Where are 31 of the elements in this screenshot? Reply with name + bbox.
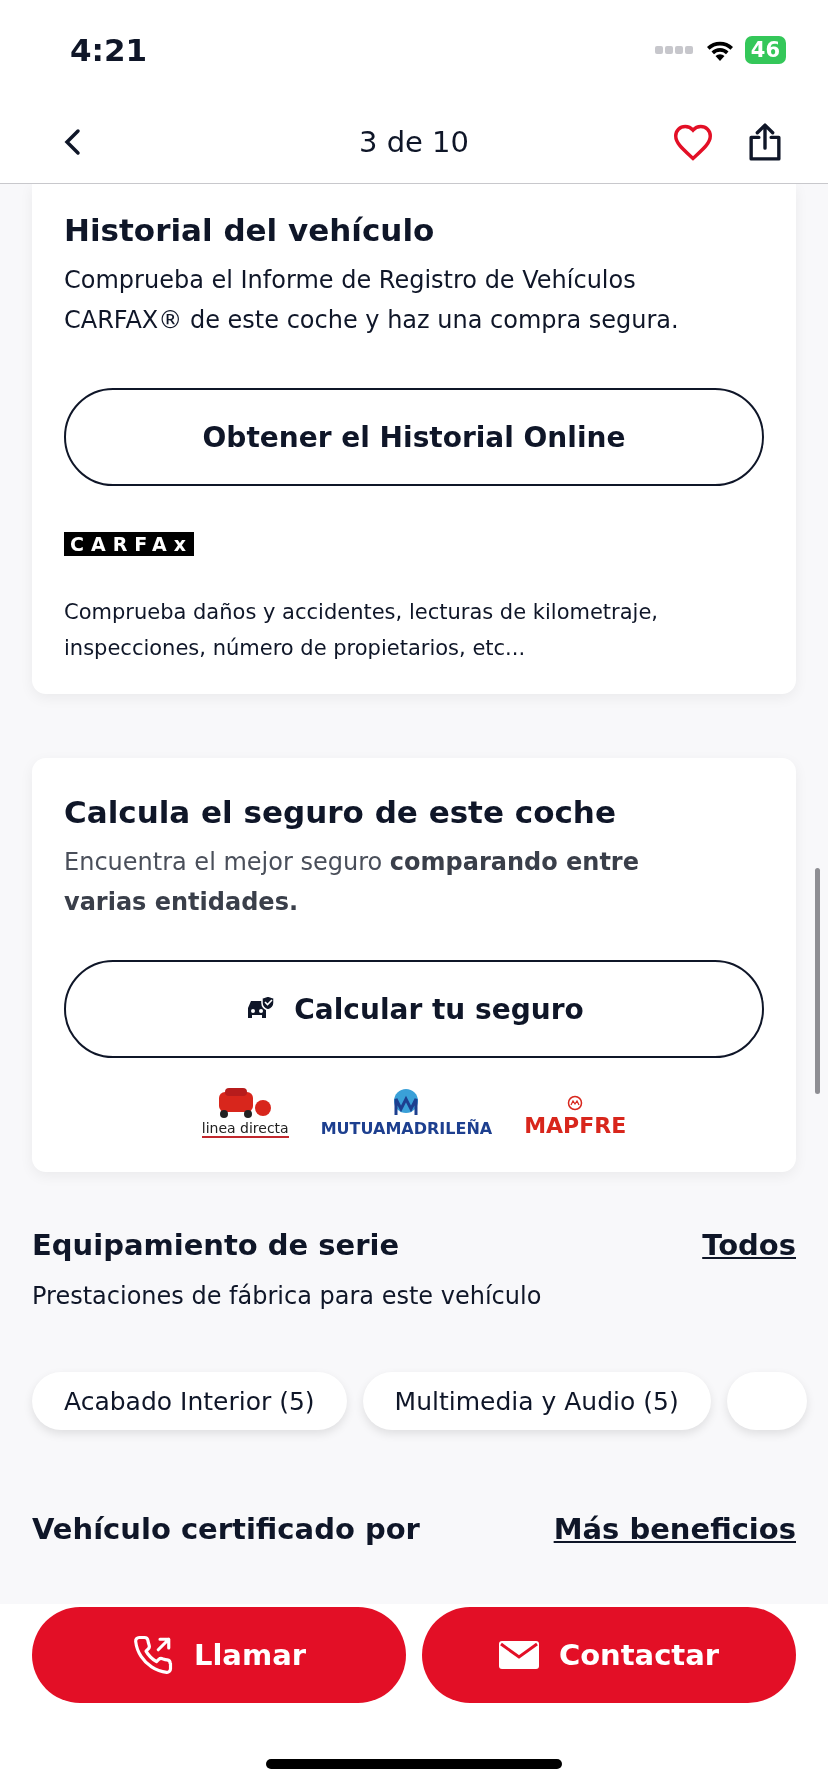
category-chip[interactable]: Acabado Interior (5) — [32, 1372, 347, 1430]
section-subtitle: Prestaciones de fábrica para este vehículo — [32, 1282, 543, 1310]
section-description: Comprueba el Informe de Registro de Vehículos CARFAX® de este coche y haz una compra segura. — [64, 265, 680, 336]
battery-indicator: 46 — [744, 36, 786, 64]
phone-icon — [131, 1634, 174, 1676]
insurer-logo: MUTUAMADRILEÑA — [320, 1119, 493, 1138]
envelope-icon — [498, 1641, 539, 1669]
history-note: Comprueba daños y accidentes, lecturas de kilometraje, inspecciones, número de propietarios, etc... — [64, 599, 660, 662]
insurer-logo: MAPFRE — [524, 1113, 627, 1138]
section-description: Encuentra el mejor seguro comparando entre varias entidades. — [64, 847, 640, 918]
monogram-icon — [392, 1089, 421, 1117]
section-heading: Vehículo certificado por — [32, 1512, 420, 1546]
heart-icon — [672, 122, 714, 161]
section-title: Calcula el seguro de este coche — [64, 793, 617, 832]
benefits-link[interactable]: Más beneficios — [553, 1512, 796, 1546]
carfax-logo: CARFAx — [64, 532, 195, 556]
insurance-button[interactable]: Calcular tu seguro — [64, 960, 764, 1058]
status-time: 4:21 — [70, 32, 148, 68]
signal-icon — [654, 45, 695, 55]
contact-button[interactable]: Contactar — [422, 1607, 796, 1703]
call-button[interactable]: Llamar — [32, 1607, 406, 1703]
history-button[interactable]: Obtener el Historial Online — [64, 388, 764, 486]
ring-icon — [567, 1095, 584, 1111]
share-icon — [746, 121, 784, 162]
wifi-icon — [704, 39, 735, 61]
section-title: Historial del vehículo — [64, 211, 436, 250]
category-chip[interactable]: Multimedia y Audio (5) — [362, 1372, 711, 1430]
all-link[interactable]: Todos — [702, 1228, 796, 1262]
insurer-logo: linea directa — [201, 1120, 289, 1138]
section-heading: Equipamiento de serie — [32, 1228, 400, 1262]
page-counter: 3 de 10 — [358, 124, 469, 159]
